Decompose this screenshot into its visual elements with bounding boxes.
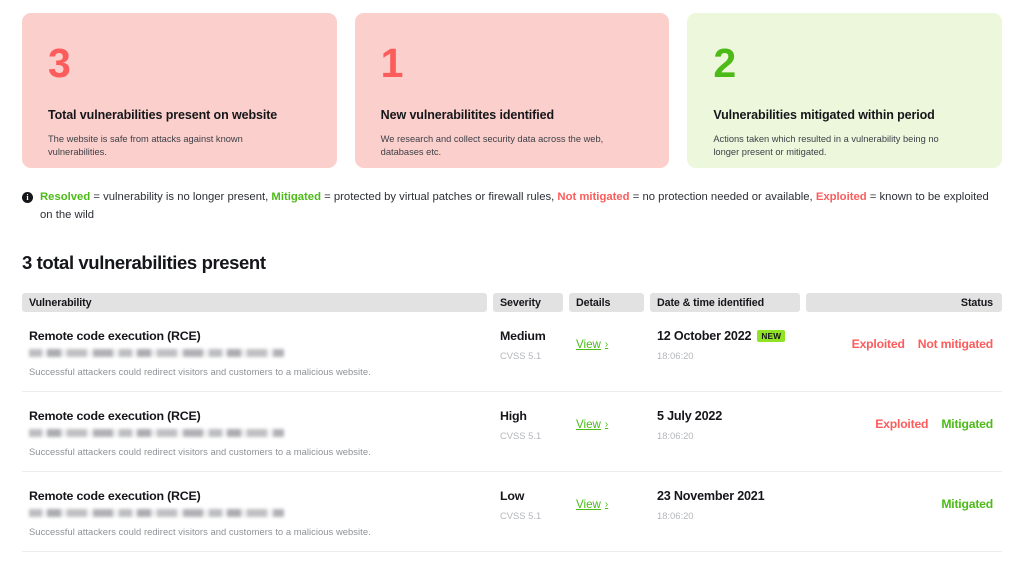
card-title: Vulnerabilities mitigated within period [713,108,935,122]
cell-date: 5 July 2022 18:06:20 [650,409,800,441]
date-value: 5 July 2022 [657,409,723,423]
column-header-date[interactable]: Date & time identified [650,293,800,312]
cell-details: View › [569,489,644,513]
cell-date: 23 November 2021 18:06:20 [650,489,800,521]
status-badge-mitigation: Not mitigated [917,337,993,351]
cell-vulnerability: Remote code execution (RCE) Successful a… [22,489,487,537]
date-identified: 5 July 2022 [657,409,793,423]
column-header-details[interactable]: Details [569,293,644,312]
vulnerability-report-page: 3 Total vulnerabilities present on websi… [0,0,1024,566]
card-description: Actions taken which resulted in a vulner… [713,134,939,158]
summary-cards: 3 Total vulnerabilities present on websi… [0,0,1024,168]
page-title: 3 total vulnerabilities present [22,252,266,273]
card-count: 3 [48,40,71,86]
redacted-detail-text [29,429,284,437]
card-count: 2 [713,40,736,86]
card-description: The website is safe from attacks against… [48,134,243,158]
summary-card-mitigated-vulnerabilities: 2 Vulnerabilities mitigated within perio… [687,13,1003,168]
card-title: Total vulnerabilities present on website [48,108,278,122]
view-details-link[interactable]: View › [576,329,608,351]
view-label: View [576,498,601,511]
cell-vulnerability: Remote code execution (RCE) Successful a… [22,329,487,377]
legend-term-resolved: Resolved [40,191,91,203]
chevron-right-icon: › [604,419,609,430]
summary-card-new-vulnerabilities: 1 New vulnerabilitites identified We res… [354,13,670,168]
summary-card-total-vulnerabilities: 3 Total vulnerabilities present on websi… [22,13,337,168]
card-count: 1 [380,40,404,86]
vulnerability-name: Remote code execution (RCE) [29,409,201,423]
legend-term-exploited: Exploited [815,191,867,203]
severity-level: High [500,409,527,423]
cell-severity: High CVSS 5.1 [493,409,563,441]
status-badge-exploited: Exploited [851,337,905,351]
date-value: 23 November 2021 [657,489,765,503]
table-header-row: Vulnerability Severity Details Date & ti… [22,293,1002,312]
severity-level: Medium [500,329,546,343]
date-identified: 23 November 2021 [657,489,793,503]
vulnerabilities-table: Vulnerability Severity Details Date & ti… [22,293,1002,552]
redacted-detail-text [29,509,284,517]
date-value: 12 October 2022 [657,329,752,343]
card-description: We research and collect security data ac… [380,134,604,158]
vulnerability-name: Remote code execution (RCE) [29,329,201,343]
column-header-severity[interactable]: Severity [493,293,563,312]
cell-severity: Medium CVSS 5.1 [493,329,563,361]
table-row[interactable]: Remote code execution (RCE) Successful a… [22,312,1002,392]
status-badge-mitigation: Mitigated [941,417,993,431]
cell-vulnerability: Remote code execution (RCE) Successful a… [22,409,487,457]
cell-details: View › [569,329,644,353]
legend-def-resolved: = vulnerability is no longer present, [90,191,272,203]
table-row[interactable]: Remote code execution (RCE) Successful a… [22,472,1002,552]
cvss-score: CVSS 5.1 [500,350,542,361]
chevron-right-icon: › [604,339,609,350]
column-header-vulnerability[interactable]: Vulnerability [22,293,487,312]
view-details-link[interactable]: View › [576,489,608,511]
date-identified: 12 October 2022 NEW [657,329,793,343]
cell-details: View › [569,409,644,433]
legend-def-mitigated: = protected by virtual patches or firewa… [321,191,558,203]
status-badge-new: NEW [757,329,786,343]
view-details-link[interactable]: View › [576,409,608,431]
info-icon: i [22,192,33,203]
severity-level: Low [500,489,525,503]
vulnerability-description: Successful attackers could redirect visi… [29,446,371,457]
column-header-status[interactable]: Status [806,293,1002,312]
cvss-score: CVSS 5.1 [500,430,542,441]
vulnerability-description: Successful attackers could redirect visi… [29,366,371,377]
status-badge-exploited: Exploited [875,417,929,431]
cell-status: Mitigated [806,489,1002,511]
time-identified: 18:06:20 [657,430,694,441]
legend-term-not-mitigated: Not mitigated [557,191,630,203]
legend-def-not-mitigated: = no protection needed or available, [629,191,816,203]
table-row[interactable]: Remote code execution (RCE) Successful a… [22,392,1002,472]
cvss-score: CVSS 5.1 [500,510,542,521]
card-title: New vulnerabilitites identified [380,108,554,122]
legend-term-mitigated: Mitigated [271,191,321,203]
view-label: View [576,338,601,351]
cell-status: Exploited Mitigated [806,409,1002,431]
legend: i Resolved = vulnerability is no longer … [0,168,1024,224]
time-identified: 18:06:20 [657,350,694,361]
vulnerability-name: Remote code execution (RCE) [29,489,201,503]
cell-status: Exploited Not mitigated [806,329,1002,351]
view-label: View [576,418,601,431]
cell-date: 12 October 2022 NEW 18:06:20 [650,329,800,361]
time-identified: 18:06:20 [657,510,694,521]
redacted-detail-text [29,349,284,357]
chevron-right-icon: › [604,499,609,510]
legend-text: Resolved = vulnerability is no longer pr… [40,189,1000,224]
status-badge-mitigation: Mitigated [941,497,993,511]
vulnerability-description: Successful attackers could redirect visi… [29,526,371,537]
cell-severity: Low CVSS 5.1 [493,489,563,521]
